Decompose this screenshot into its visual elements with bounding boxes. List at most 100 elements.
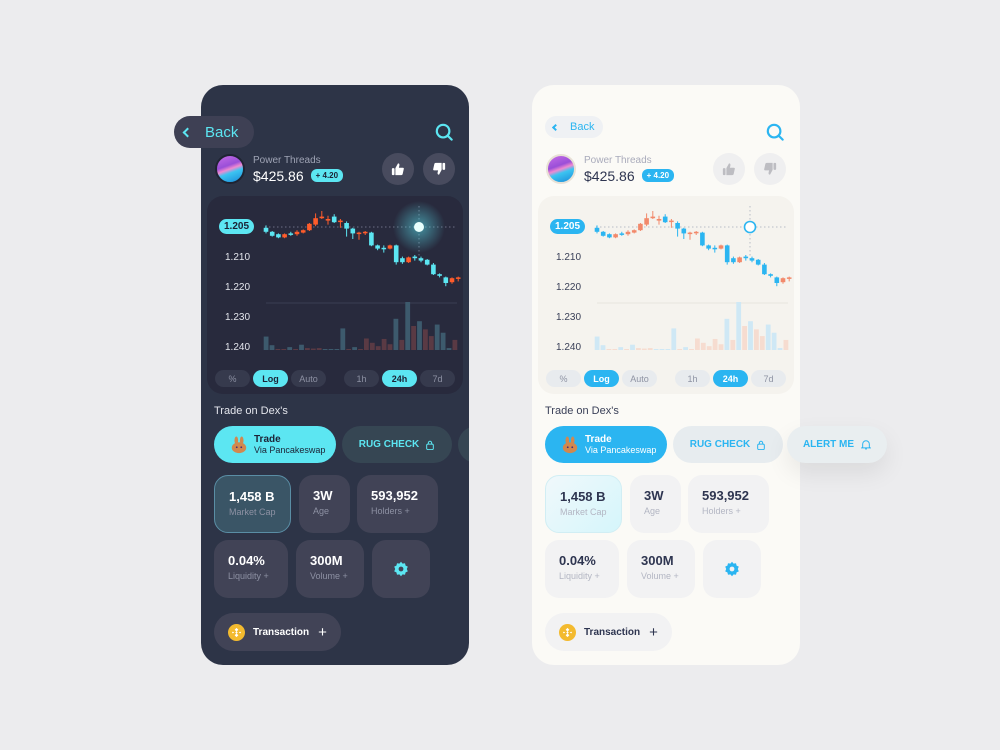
volume-bar [452,339,458,350]
trade-pancakeswap-button[interactable]: Trade Via Pancakeswap [214,426,336,463]
volume-bar [736,302,742,350]
scale-percent-button[interactable]: % [215,370,250,387]
stat-holders[interactable]: 593,952 Holders + [688,475,769,533]
rug-check-button[interactable]: RUG CHECK [342,426,452,463]
scale-auto-button[interactable]: Auto [291,370,326,387]
candle-body [381,247,387,250]
search-icon[interactable] [766,123,784,141]
token-logo [215,154,245,184]
volume-bar [665,349,671,350]
volume-bar [742,326,747,350]
y-label: 1.230 [556,312,582,323]
candle-body [631,230,637,233]
settings-button[interactable] [372,540,430,598]
trade-label: Trade [585,434,612,445]
transaction-button[interactable]: Transaction + [545,613,672,651]
stat-value: 300M [310,553,343,568]
stat-market-cap[interactable]: 1,458 B Market Cap [545,475,622,533]
range-7d-button[interactable]: 7d [751,370,786,387]
volume-bar [777,348,783,350]
volume-bar [700,342,706,350]
scale-percent-button[interactable]: % [546,370,581,387]
stat-volume[interactable]: 300M Volume + [627,540,695,598]
volume-bar [695,338,700,350]
scale-auto-button[interactable]: Auto [622,370,657,387]
plus-icon: + [649,623,658,641]
candle-body [712,247,718,250]
stat-holders[interactable]: 593,952 Holders + [357,475,438,533]
y-label-highlighted: 1.205 [219,219,255,234]
stat-value: 593,952 [371,488,418,503]
settings-button[interactable] [703,540,761,598]
dislike-button[interactable] [423,153,455,185]
candle-body [319,216,325,219]
candle-body [731,258,736,263]
chevron-left-icon [182,127,193,137]
stat-value: 0.04% [559,553,596,568]
candle-body [768,274,773,276]
volume-bar [600,345,606,350]
volume-bar [653,349,659,350]
volume-bar [346,349,352,350]
y-label: 1.220 [225,282,251,293]
candle-body [644,218,649,225]
candle-body [594,227,600,232]
volume-bar [281,349,287,350]
stat-value: 1,458 B [560,489,606,504]
candle-body [700,232,705,246]
rug-check-button[interactable]: RUG CHECK [673,426,783,463]
stat-volume[interactable]: 300M Volume + [296,540,364,598]
candle-body [755,259,761,265]
candle-body [307,223,312,231]
stat-age[interactable]: 3W Age [299,475,350,533]
alert-me-button[interactable] [458,426,469,463]
dislike-button[interactable] [754,153,786,185]
y-label: 1.220 [556,282,582,293]
stat-liquidity[interactable]: 0.04% Liquidity + [214,540,288,598]
token-name: Power Threads [584,154,652,166]
range-1h-button[interactable]: 1h [675,370,710,387]
alert-me-button[interactable]: ALERT ME [787,426,887,463]
stat-market-cap[interactable]: 1,458 B Market Cap [214,475,291,533]
stat-label: Liquidity + [228,571,269,581]
like-button[interactable] [382,153,414,185]
trade-pancakeswap-button[interactable]: Trade Via Pancakeswap [545,426,667,463]
token-header: Power Threads $425.86 + 4.20 [215,154,344,184]
price-change-badge: + 4.20 [641,169,675,182]
volume-bar [423,329,428,350]
transaction-button[interactable]: Transaction + [214,613,341,651]
volume-bar [369,342,375,350]
candle-body [669,220,674,223]
stat-age[interactable]: 3W Age [630,475,681,533]
back-button[interactable]: Back [174,116,254,148]
candle-body [774,277,780,283]
candle-body [362,231,368,234]
back-button[interactable]: Back [545,116,603,138]
volume-bar [612,349,618,350]
volume-bar [334,349,340,350]
token-header: Power Threads $425.86 + 4.20 [546,154,675,184]
volume-bar [724,318,730,350]
stat-label: Age [313,506,330,516]
volume-bar [263,336,269,350]
volume-bar [754,329,759,350]
stat-value: 300M [641,553,674,568]
stat-label: Liquidity + [559,571,600,581]
scale-log-button[interactable]: Log [253,370,288,387]
price-chart-card: 1.205 1.210 1.220 1.230 1.240 % Log Auto… [207,196,463,394]
range-24h-button[interactable]: 24h [713,370,748,387]
candle-body [662,216,668,223]
like-button[interactable] [713,153,745,185]
search-icon[interactable] [435,123,453,141]
candle-body [437,274,442,276]
candle-body [288,233,294,235]
scale-log-button[interactable]: Log [584,370,619,387]
range-24h-button[interactable]: 24h [382,370,417,387]
range-7d-button[interactable]: 7d [420,370,455,387]
token-price: $425.86 [584,167,635,184]
volume-bar [759,336,765,350]
volume-bar [405,302,411,350]
stat-liquidity[interactable]: 0.04% Liquidity + [545,540,619,598]
volume-bar [364,338,369,350]
range-1h-button[interactable]: 1h [344,370,379,387]
